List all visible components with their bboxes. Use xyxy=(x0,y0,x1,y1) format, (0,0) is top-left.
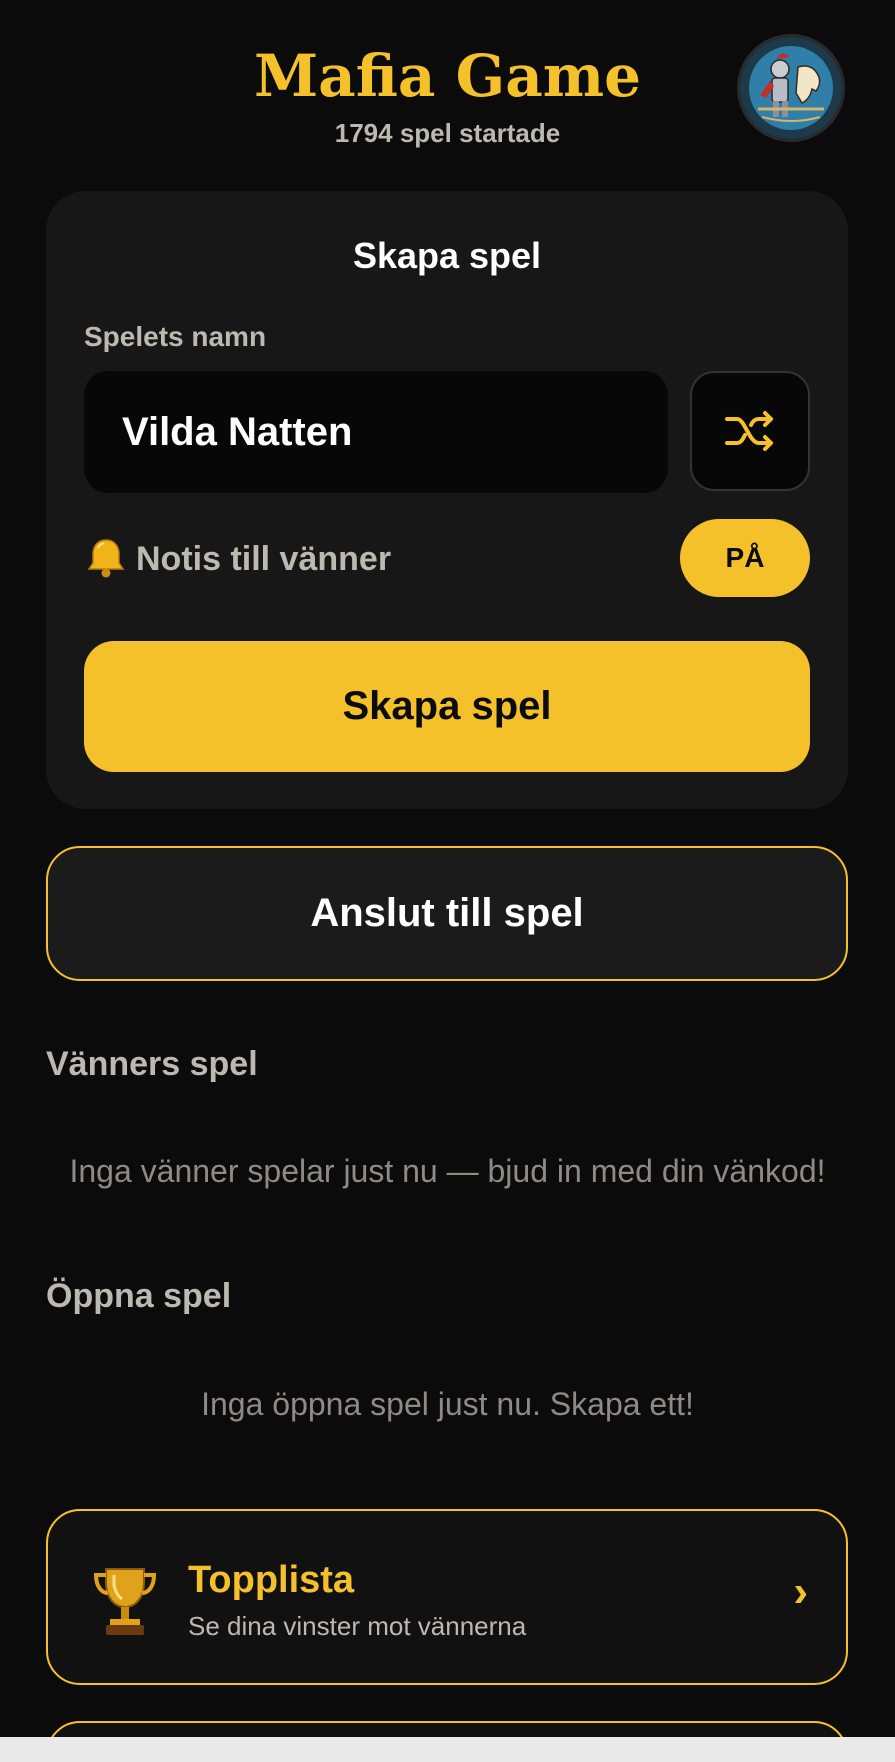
notify-friends-row: Notis till vänner PÅ xyxy=(84,516,810,597)
shuffle-icon xyxy=(725,411,773,451)
leaderboard-title: Topplista xyxy=(188,1559,355,1601)
system-bottom-bar xyxy=(0,1737,895,1762)
next-card-partial[interactable] xyxy=(46,1721,848,1737)
create-game-button[interactable]: Skapa spel xyxy=(84,641,810,772)
create-game-title: Skapa spel xyxy=(352,235,542,276)
knight-avatar-icon xyxy=(740,37,842,139)
leaderboard-subtitle: Se dina vinster mot vännerna xyxy=(188,1611,527,1641)
bell-icon xyxy=(87,539,125,578)
header: Mafia Game 1794 spel startade xyxy=(0,0,895,170)
game-name-input[interactable] xyxy=(84,371,668,493)
open-games-heading: Öppna spel xyxy=(46,1277,232,1315)
trophy-icon xyxy=(93,1568,157,1635)
friends-games-empty: Inga vänner spelar just nu — bjud in med… xyxy=(69,1153,826,1189)
profile-avatar[interactable] xyxy=(737,34,845,142)
chevron-right-icon: › xyxy=(793,1567,808,1616)
friends-games-heading: Vänners spel xyxy=(46,1045,258,1083)
shuffle-name-button[interactable] xyxy=(690,371,810,491)
game-name-label: Spelets namn xyxy=(84,321,267,352)
app-screen: Mafia Game 1794 spel startade Skapa spel… xyxy=(0,0,895,1737)
notify-friends-toggle[interactable]: PÅ xyxy=(680,519,810,597)
create-game-card: Skapa spel Spelets namn Notis till vänne… xyxy=(46,191,848,809)
notify-friends-label: Notis till vänner xyxy=(136,540,392,578)
join-game-button[interactable]: Anslut till spel xyxy=(46,846,848,981)
open-games-empty: Inga öppna spel just nu. Skapa ett! xyxy=(201,1386,694,1422)
leaderboard-card[interactable]: Topplista Se dina vinster mot vännerna › xyxy=(46,1509,848,1685)
